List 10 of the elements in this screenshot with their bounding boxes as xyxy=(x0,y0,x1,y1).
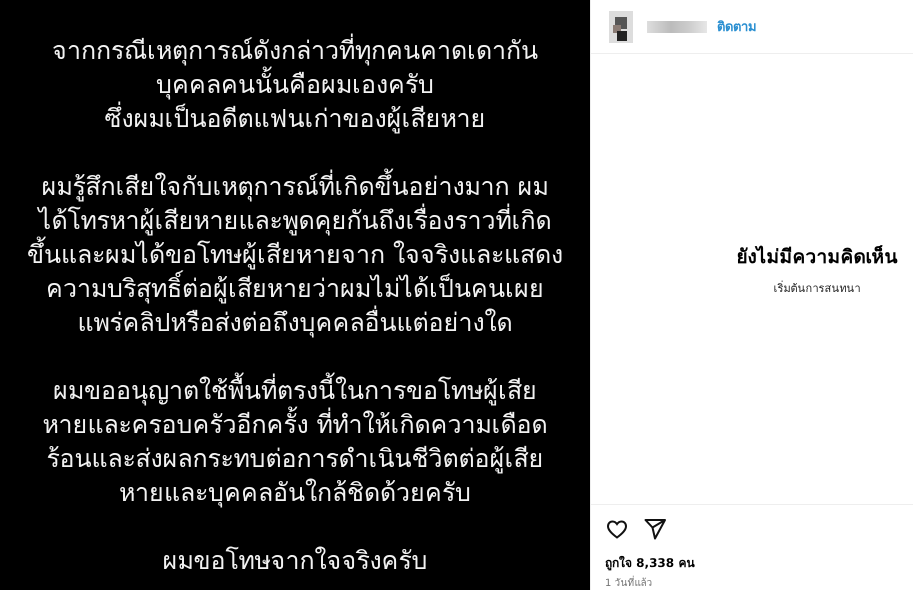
post-paragraph: ผมรู้สึกเสียใจกับเหตุการณ์ที่เกิดขึ้นอย่างมาก ผม ได้โทรหาผู้เสียหายและพูดคุยกันถึงเรื่องราวที่เกิด ขึ้นและผมได้ขอโทษผู้เสียหายจาก ใจจริงและแสดง ความบริสุทธิ์ต่อผู้เสียหายว่าผมไม่ได้เป็นคนเผย แพร่คลิปหรือส่งต่อถึงบุคคลอื่นแต่อย่างใด xyxy=(27,170,563,340)
post-paragraph: ผมขอโทษจากใจจริงครับ xyxy=(162,545,428,577)
post-paragraph: ผมขออนุญาตใช้พื้นที่ตรงนี้ในการขอโทษผู้เสีย หายและครอบครัวอีกครั้ง ที่ทำให้เกิดความเดือด ร้อนและส่งผลกระทบต่อการดำเนินชีวิตต่อผู้เสีย หายและบุคคลอันใกล้ชิดด้วยครับ xyxy=(42,374,548,510)
send-icon[interactable] xyxy=(643,517,667,541)
post-paragraph: จากกรณีเหตุการณ์ดังกล่าวที่ทุกคนคาดเดากัน บุคคลคนนั้นคือผมเองครับ ซึ่งผมเป็นอดีตแฟนเก่าของผู้เสียหาย xyxy=(52,34,538,136)
like-count[interactable]: ถูกใจ 8,338 คน xyxy=(605,553,899,572)
empty-comments-title: ยังไม่มีความคิดเห็น xyxy=(736,244,898,270)
post-time: 1 วันที่แล้ว xyxy=(605,575,899,590)
empty-comments-hint: เริ่มต้นการสนทนา xyxy=(774,280,860,297)
follow-button[interactable]: ติดตาม xyxy=(717,16,757,37)
